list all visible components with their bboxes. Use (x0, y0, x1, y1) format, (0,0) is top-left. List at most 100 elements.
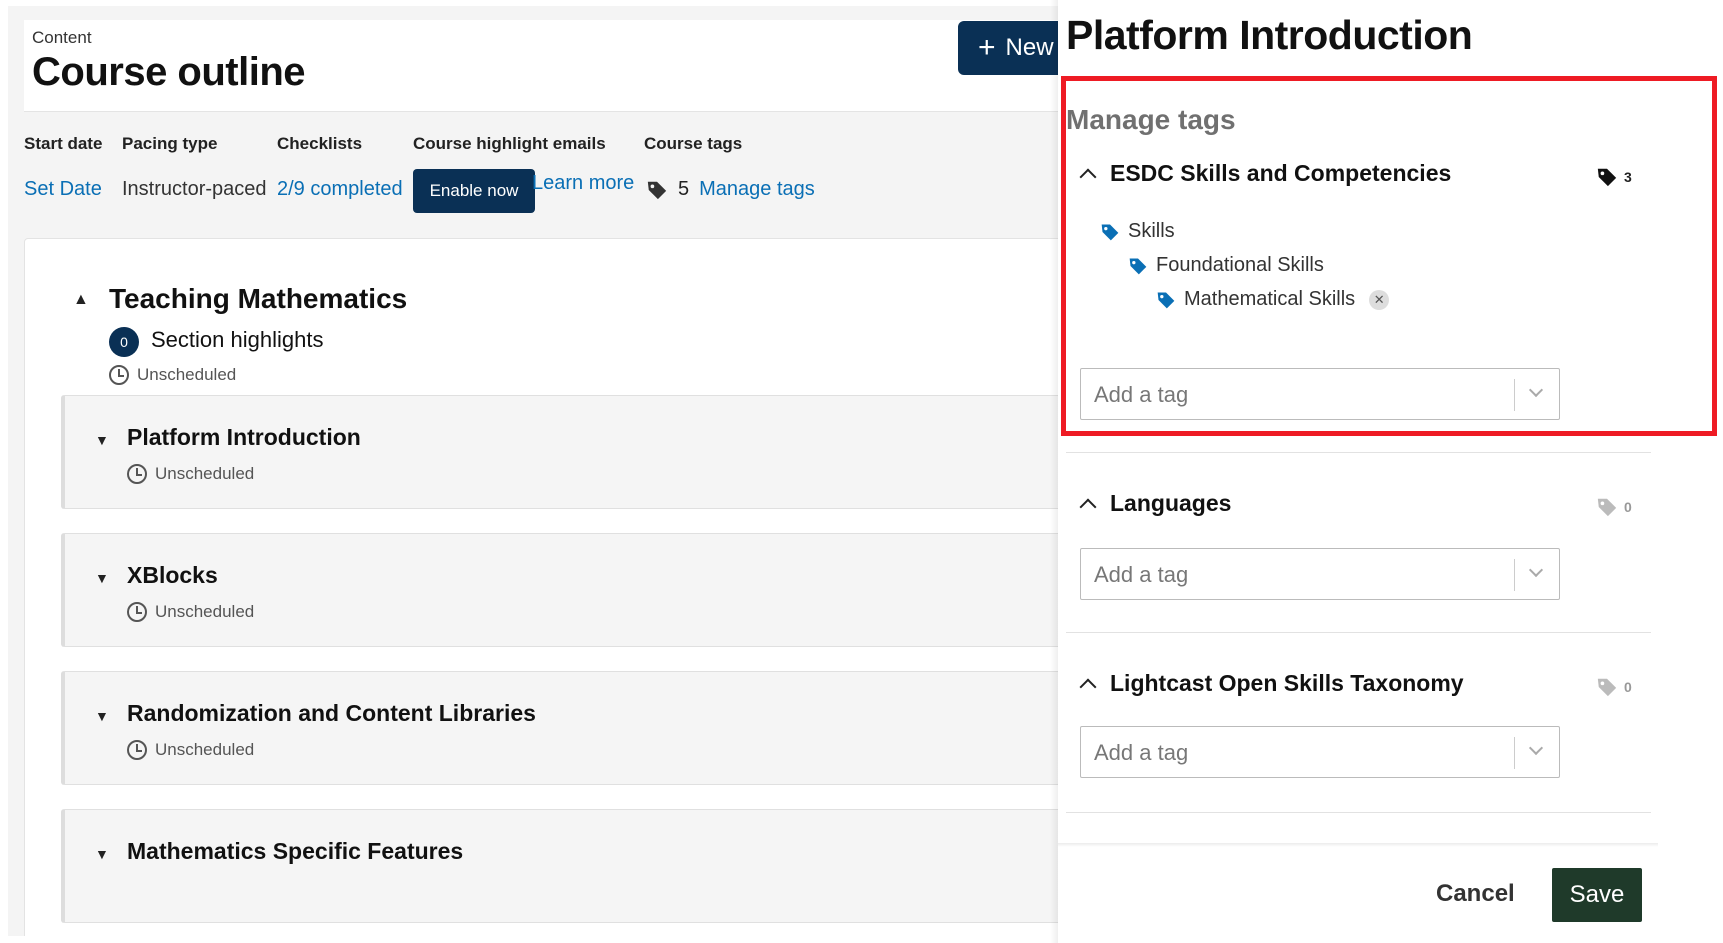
schedule-text: Unscheduled (137, 365, 237, 384)
tag-icon (1597, 168, 1617, 187)
chevron-up-icon[interactable] (1079, 678, 1097, 695)
section-schedule: Unscheduled (109, 365, 236, 385)
tag-tree-item: Mathematical Skills ✕ (1156, 288, 1390, 311)
chevron-down-icon[interactable] (1528, 740, 1544, 756)
page-title: Course outline (32, 50, 306, 94)
add-tag-placeholder: Add a tag (1094, 382, 1189, 407)
taxonomy-header-lightcast[interactable]: Lightcast Open Skills Taxonomy (1079, 670, 1464, 697)
tag-tree-item: Skills (1100, 220, 1175, 243)
select-separator (1514, 559, 1515, 591)
new-section-button[interactable]: + New (958, 21, 1060, 75)
course-tags-row: 5 Manage tags (646, 178, 815, 201)
tag-icon (1101, 224, 1119, 240)
subsection-schedule: Unscheduled (127, 740, 254, 760)
subsection-card[interactable]: ▼ XBlocks Unscheduled (61, 533, 1060, 647)
manage-tags-title: Manage tags (1066, 104, 1236, 135)
tag-label: Skills (1128, 220, 1175, 242)
subsection-title[interactable]: Randomization and Content Libraries (127, 700, 536, 727)
learn-more-link[interactable]: Learn more (532, 172, 634, 195)
taxonomy-tag-count: 3 (1596, 166, 1632, 188)
caret-down-icon[interactable]: ▼ (95, 846, 109, 862)
section-highlights-link[interactable]: Section highlights (151, 327, 323, 353)
section-collapse-icon[interactable]: ▲ (73, 291, 89, 309)
subsection-title[interactable]: XBlocks (127, 562, 218, 589)
highlight-emails-label: Course highlight emails (413, 134, 606, 153)
add-tag-select[interactable]: Add a tag (1080, 368, 1560, 420)
tag-icon (647, 181, 667, 199)
footer-shadow (1058, 843, 1658, 847)
divider (1066, 452, 1651, 453)
save-button[interactable]: Save (1552, 868, 1642, 922)
tag-label: Mathematical Skills (1184, 288, 1356, 310)
tag-icon (1597, 678, 1617, 697)
course-stats-bar: Start date Set Date Pacing type Instruct… (24, 116, 1060, 216)
divider (1066, 632, 1651, 633)
count-text: 0 (1624, 499, 1632, 515)
highlight-count-badge: 0 (109, 327, 139, 357)
tag-icon (1129, 258, 1147, 274)
tag-icon (1157, 292, 1175, 308)
subsection-schedule: Unscheduled (127, 602, 254, 622)
taxonomy-name: ESDC Skills and Competencies (1110, 160, 1452, 186)
tag-label: Foundational Skills (1156, 254, 1324, 276)
caret-down-icon[interactable]: ▼ (95, 570, 109, 586)
add-tag-select[interactable]: Add a tag (1080, 726, 1560, 778)
add-tag-placeholder: Add a tag (1094, 740, 1189, 765)
course-tags-count: 5 (678, 178, 690, 200)
tag-icon (1597, 498, 1617, 517)
start-date-label: Start date (24, 134, 103, 153)
pacing-type-label: Pacing type (122, 134, 218, 153)
subsection-card[interactable]: ▼ Randomization and Content Libraries Un… (61, 671, 1060, 785)
course-outline-panel: Content Course outline + New Start date … (8, 6, 1060, 936)
schedule-text: Unscheduled (155, 464, 255, 483)
subsection-card[interactable]: ▼ Mathematics Specific Features (61, 809, 1060, 923)
chevron-down-icon[interactable] (1528, 562, 1544, 578)
course-tags-label: Course tags (644, 134, 743, 153)
taxonomy-name: Lightcast Open Skills Taxonomy (1110, 670, 1464, 696)
taxonomy-header-languages[interactable]: Languages (1079, 490, 1232, 517)
manage-tags-drawer: Platform Introduction Manage tags ESDC S… (1058, 0, 1723, 943)
subsection-title[interactable]: Mathematics Specific Features (127, 838, 463, 865)
tag-tree-item: Foundational Skills (1128, 254, 1324, 277)
page-header: Content Course outline (24, 20, 1060, 112)
chevron-up-icon[interactable] (1079, 498, 1097, 515)
remove-tag-icon[interactable]: ✕ (1369, 289, 1390, 310)
schedule-text: Unscheduled (155, 740, 255, 759)
clock-icon (109, 365, 129, 385)
count-text: 3 (1624, 169, 1632, 185)
divider (1066, 812, 1651, 813)
subsection-schedule: Unscheduled (127, 464, 254, 484)
chevron-down-icon[interactable] (1528, 382, 1544, 398)
clock-icon (127, 464, 147, 484)
subsection-title[interactable]: Platform Introduction (127, 424, 361, 451)
breadcrumb[interactable]: Content (32, 28, 92, 48)
chevron-up-icon[interactable] (1079, 168, 1097, 185)
set-date-link[interactable]: Set Date (24, 178, 102, 201)
new-button-label: New (1005, 34, 1054, 61)
taxonomy-header-esdc[interactable]: ESDC Skills and Competencies (1079, 160, 1452, 187)
cancel-button[interactable]: Cancel (1436, 880, 1515, 908)
add-tag-select[interactable]: Add a tag (1080, 548, 1560, 600)
caret-down-icon[interactable]: ▼ (95, 432, 109, 448)
taxonomy-tag-count: 0 (1596, 676, 1632, 698)
clock-icon (127, 602, 147, 622)
enable-now-button[interactable]: Enable now (413, 169, 535, 213)
select-separator (1514, 737, 1515, 769)
section-title[interactable]: Teaching Mathematics (109, 283, 407, 315)
subsection-card[interactable]: ▼ Platform Introduction Unscheduled (61, 395, 1060, 509)
taxonomy-tag-count: 0 (1596, 496, 1632, 518)
caret-down-icon[interactable]: ▼ (95, 708, 109, 724)
plus-icon: + (978, 31, 996, 64)
add-tag-placeholder: Add a tag (1094, 562, 1189, 587)
app-root: Content Course outline + New Start date … (0, 0, 1723, 943)
checklists-label: Checklists (277, 134, 363, 153)
count-text: 0 (1624, 679, 1632, 695)
select-separator (1514, 379, 1515, 411)
schedule-text: Unscheduled (155, 602, 255, 621)
manage-tags-link[interactable]: Manage tags (699, 178, 815, 201)
taxonomy-name: Languages (1110, 490, 1232, 516)
pacing-type-value: Instructor-paced (122, 178, 267, 200)
drawer-title: Platform Introduction (1066, 12, 1473, 58)
checklists-link[interactable]: 2/9 completed (277, 178, 403, 201)
clock-icon (127, 740, 147, 760)
